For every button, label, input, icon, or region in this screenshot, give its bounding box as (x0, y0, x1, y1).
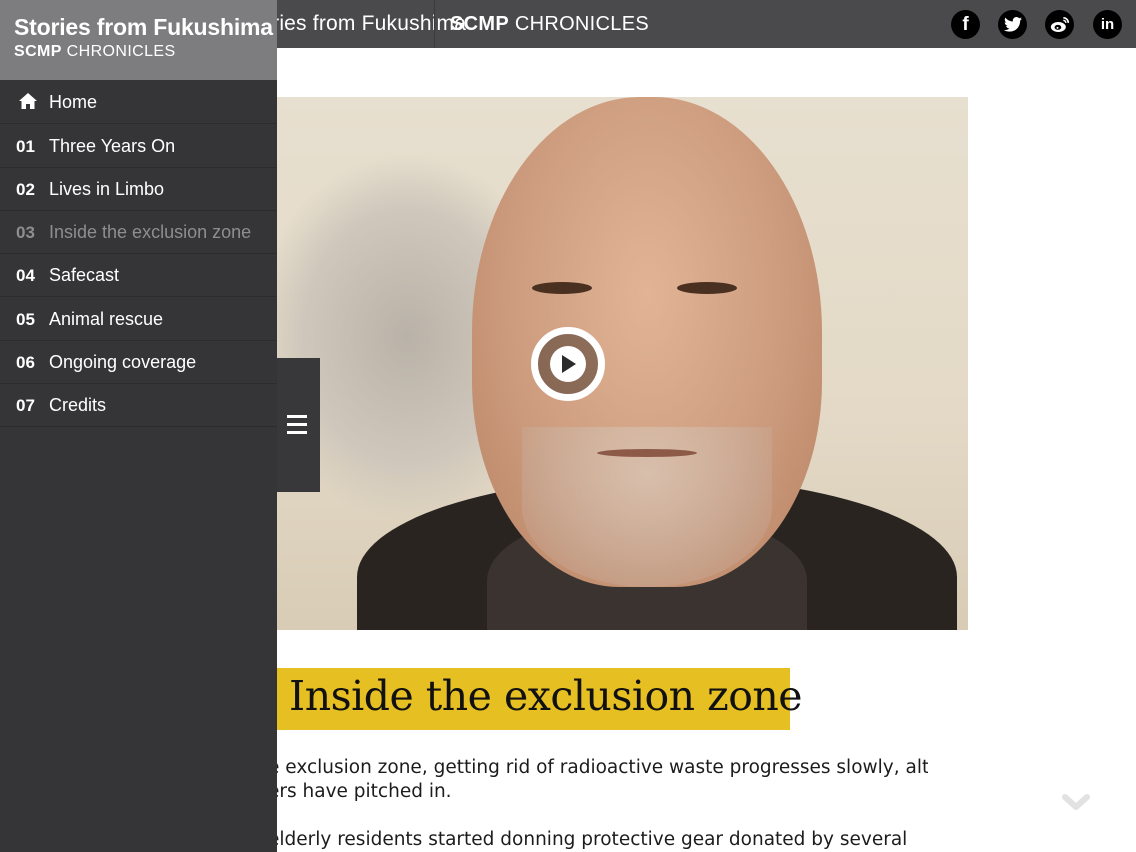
sidebar-item-label: Inside the exclusion zone (49, 222, 252, 242)
weibo-button[interactable] (1045, 10, 1074, 39)
sidebar-item-number: 03 (16, 223, 35, 242)
sidebar-title: Stories from Fukushima (14, 14, 273, 40)
sidebar-item-ongoing-coverage[interactable]: 06 Ongoing coverage (0, 341, 277, 384)
play-icon (550, 346, 586, 382)
article-paragraph-line: elderly residents started donning protec… (268, 829, 908, 850)
sidebar-item-label: Three Years On (49, 136, 176, 156)
brand-bold-text: SCMP (14, 43, 62, 60)
sidebar-item-safecast[interactable]: 04 Safecast (0, 254, 277, 297)
sidebar-item-number: 07 (16, 396, 35, 415)
sidebar-item-label: Ongoing coverage (49, 352, 197, 372)
sidebar-header[interactable]: Stories from Fukushima SCMP CHRONICLES (0, 0, 277, 80)
sidebar-item-number: 05 (16, 310, 35, 329)
linkedin-icon: in (1100, 16, 1115, 33)
hamburger-icon-bar (287, 415, 307, 418)
sidebar-item-label: Safecast (49, 265, 120, 285)
article-paragraph-line: e exclusion zone, getting rid of radioac… (268, 757, 928, 778)
twitter-button[interactable] (998, 10, 1027, 39)
weibo-icon (1050, 17, 1069, 32)
topbar-divider (434, 0, 435, 48)
sidebar-item-home[interactable]: Home (0, 81, 277, 124)
hero-mouth (597, 449, 697, 457)
hamburger-icon-bar (287, 431, 307, 434)
menu-toggle-button[interactable] (277, 358, 320, 492)
sidebar-item-label: Lives in Limbo (49, 179, 165, 199)
chevron-down-icon[interactable] (1062, 792, 1090, 814)
sidebar-item-number: 06 (16, 353, 35, 372)
hamburger-icon-bar (287, 423, 307, 426)
play-button[interactable] (531, 327, 605, 401)
sidebar-item-animal-rescue[interactable]: 05 Animal rescue (0, 298, 277, 341)
hero-video-thumbnail[interactable] (277, 97, 968, 630)
twitter-icon (1003, 17, 1022, 32)
article-paragraph-line: ers have pitched in. (268, 781, 452, 802)
sidebar-item-label: Animal rescue (49, 309, 164, 329)
brand-bold-text: SCMP (450, 13, 509, 35)
home-icon (19, 93, 37, 109)
sidebar-item-number: 04 (16, 266, 35, 285)
linkedin-button[interactable]: in (1093, 10, 1122, 39)
hero-left-eye (532, 282, 592, 294)
brand-light-text: CHRONICLES (508, 13, 649, 35)
sidebar-item-label: Credits (49, 395, 107, 415)
sidebar-nav: Stories from Fukushima SCMP CHRONICLES H… (0, 0, 277, 852)
sidebar-item-three-years-on[interactable]: 01 Three Years On (0, 125, 277, 168)
article-headline: Inside the exclusion zone (289, 672, 803, 720)
sidebar-item-number: 01 (16, 137, 35, 156)
sidebar-item-lives-in-limbo[interactable]: 02 Lives in Limbo (0, 168, 277, 211)
facebook-button[interactable]: f (951, 10, 980, 39)
facebook-icon: f (962, 13, 969, 35)
topbar-brand[interactable]: SCMP CHRONICLES (450, 13, 649, 36)
sidebar-item-number: 02 (16, 180, 35, 199)
brand-light-text: CHRONICLES (61, 43, 176, 60)
sidebar-item-inside-exclusion-zone[interactable]: 03 Inside the exclusion zone (0, 211, 277, 254)
sidebar-item-credits[interactable]: 07 Credits (0, 384, 277, 427)
sidebar-item-label: Home (49, 92, 98, 112)
sidebar-brand: SCMP CHRONICLES (14, 43, 176, 61)
hero-right-eye (677, 282, 737, 294)
